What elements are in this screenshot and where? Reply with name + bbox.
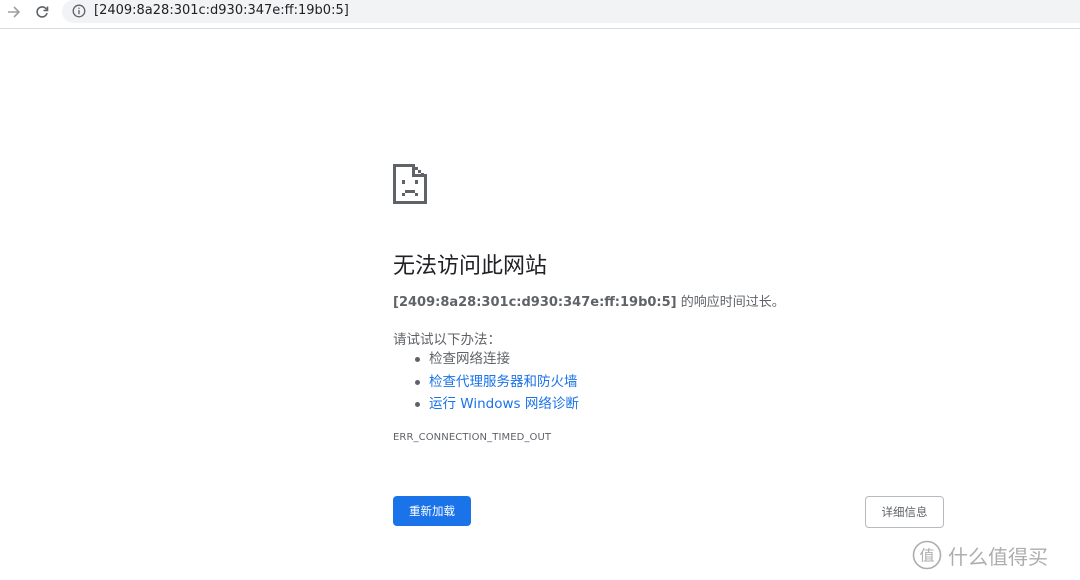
suggestion-check-proxy-link[interactable]: 检查代理服务器和防火墙: [429, 374, 578, 390]
list-item: 检查网络连接: [393, 348, 579, 371]
details-button[interactable]: 详细信息: [865, 496, 944, 528]
reload-icon: [36, 6, 49, 18]
watermark-logo-text: 值: [919, 547, 934, 565]
error-summary: [2409:8a28:301c:d930:347e:ff:19b0:5] 的响应…: [393, 291, 785, 310]
suggestions-list: 检查网络连接 检查代理服务器和防火墙 运行 Windows 网络诊断: [393, 348, 579, 416]
suggestion-network-diagnostics-link[interactable]: 运行 Windows 网络诊断: [429, 396, 579, 412]
reload-browser-button[interactable]: [30, 2, 54, 22]
suggestions-title: 请试试以下办法：: [393, 332, 501, 348]
address-bar[interactable]: [2409:8a28:301c:d930:347e:ff:19b0:5]: [62, 0, 1080, 23]
forward-button[interactable]: [2, 2, 26, 22]
info-icon[interactable]: [72, 4, 86, 18]
browser-toolbar: [2409:8a28:301c:d930:347e:ff:19b0:5]: [0, 0, 1080, 29]
summary-host: [2409:8a28:301c:d930:347e:ff:19b0:5]: [393, 295, 677, 310]
error-code: ERR_CONNECTION_TIMED_OUT: [393, 432, 552, 443]
watermark: 值 什么值得买: [912, 538, 1048, 572]
suggestion-check-network: 检查网络连接: [429, 351, 510, 367]
summary-text: 的响应时间过长。: [676, 295, 785, 310]
list-item: 运行 Windows 网络诊断: [393, 393, 579, 416]
sad-document-icon: [393, 164, 427, 204]
reload-button[interactable]: 重新加载: [393, 496, 471, 526]
page-title: 无法访问此网站: [393, 254, 548, 279]
smzdm-logo-icon: 值: [912, 540, 942, 570]
watermark-text: 什么值得买: [948, 544, 1048, 569]
url-text[interactable]: [2409:8a28:301c:d930:347e:ff:19b0:5]: [94, 3, 349, 18]
list-item: 检查代理服务器和防火墙: [393, 371, 579, 394]
forward-arrow-icon: [8, 6, 21, 18]
